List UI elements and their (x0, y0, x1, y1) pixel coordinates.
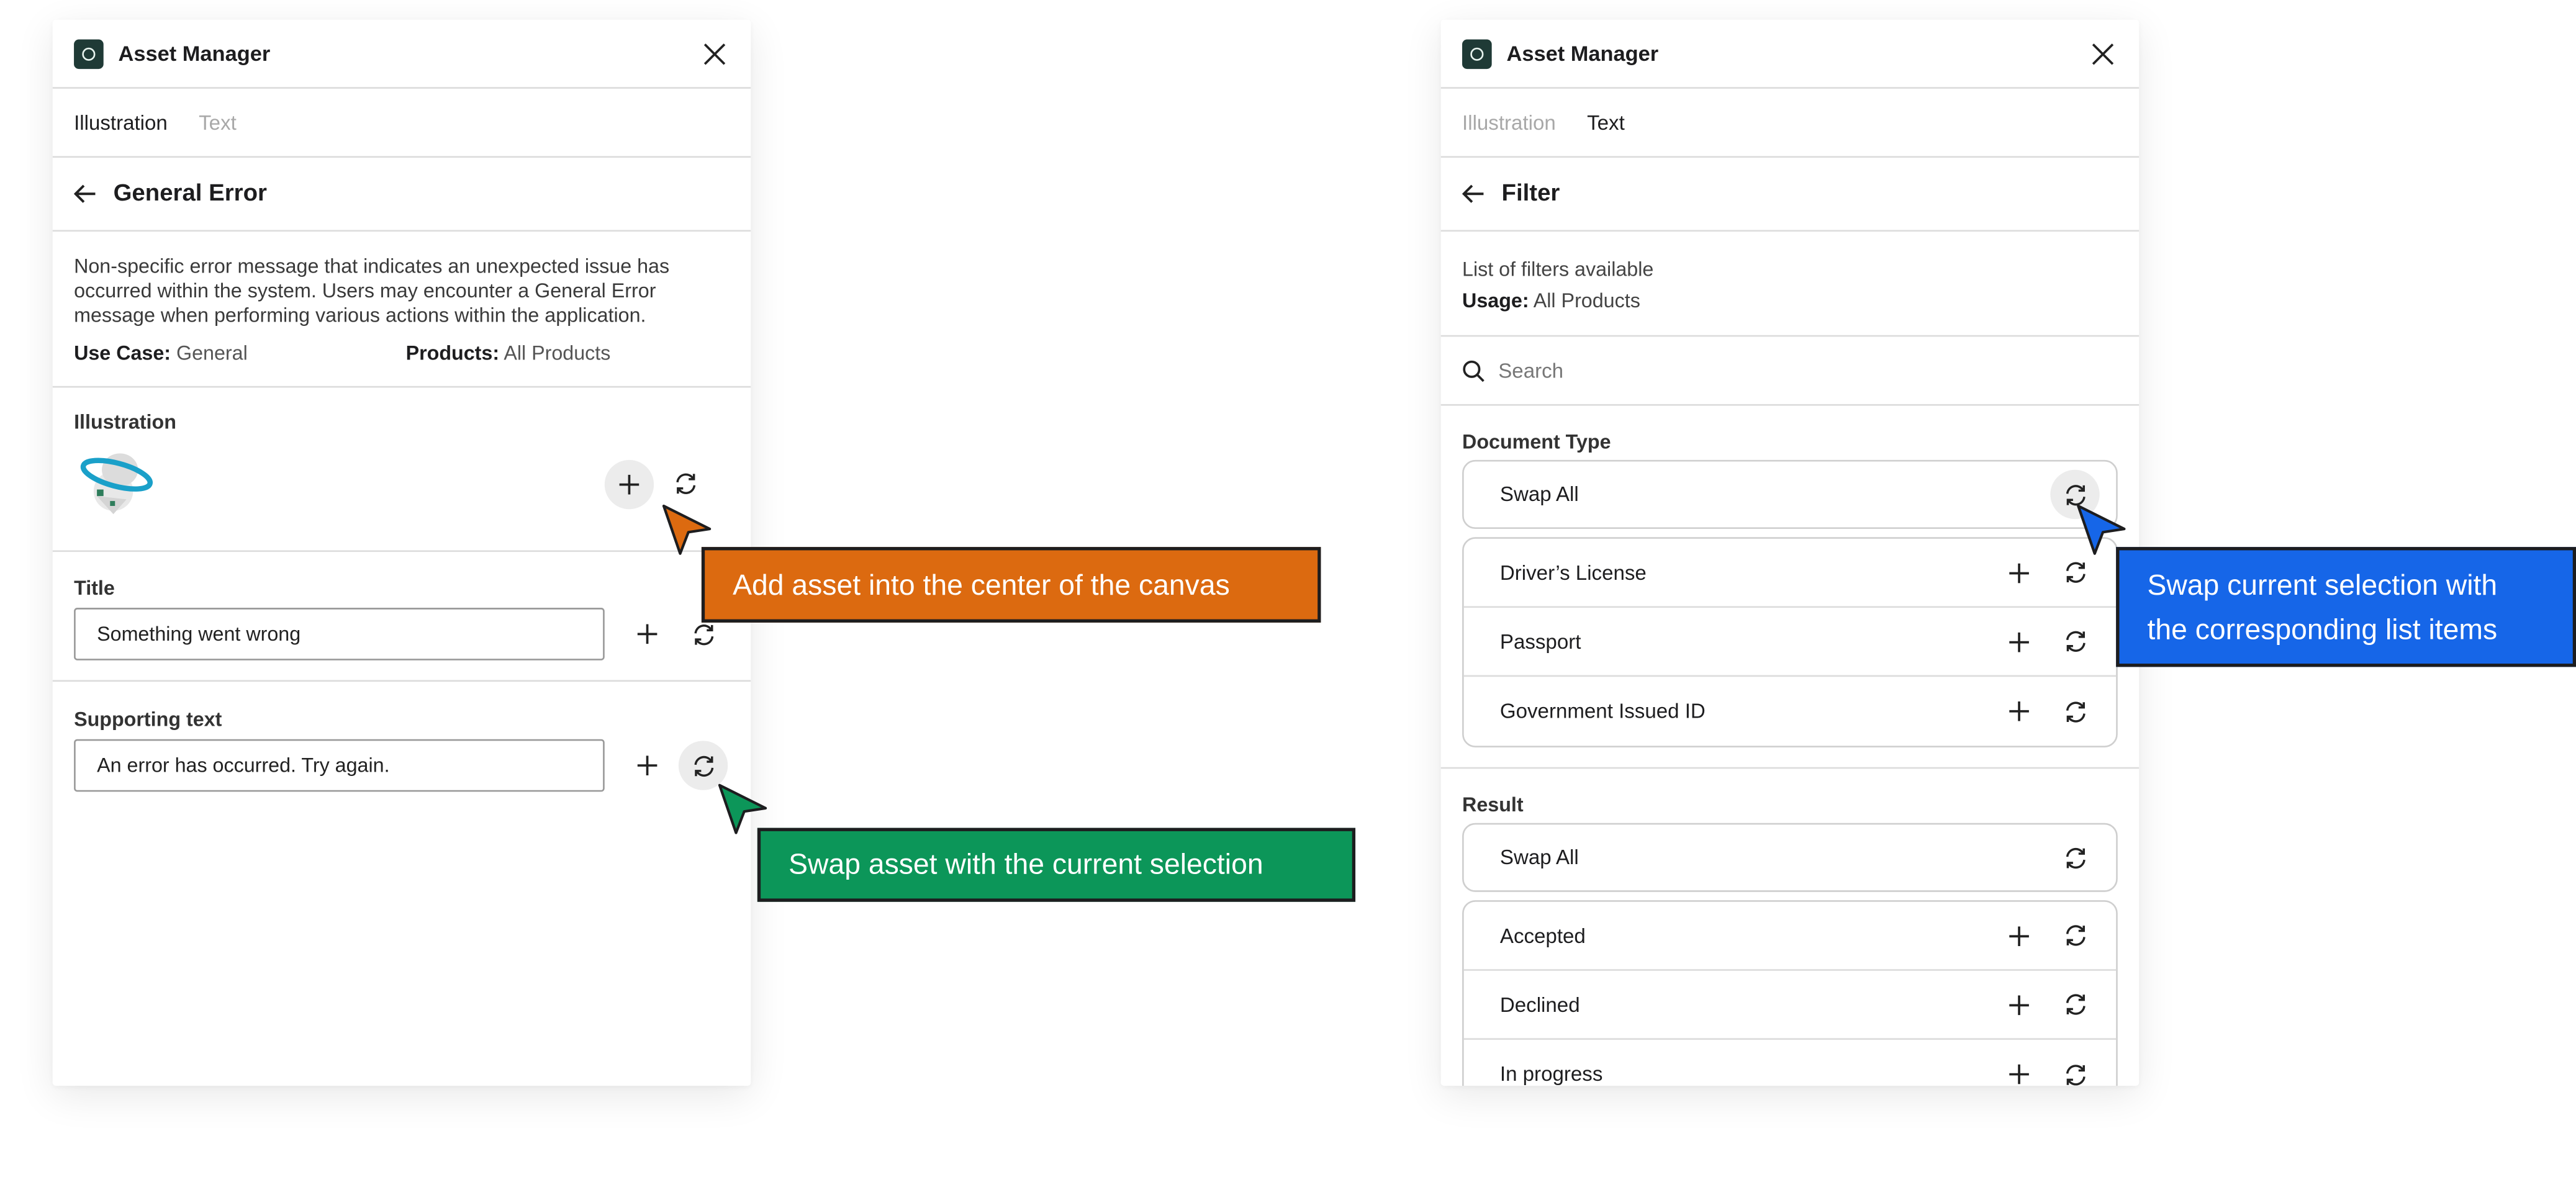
list-item-label: Passport (1499, 629, 1581, 653)
usage-label: Usage: (1462, 289, 1529, 312)
swap-all-row: Swap All (1462, 459, 2118, 530)
group-label: Document Type (1462, 430, 1611, 454)
back-arrow-icon[interactable] (1462, 181, 1488, 207)
breadcrumb: Filter (1440, 158, 2140, 232)
page-title: General Error (113, 181, 267, 207)
panel-header: Asset Manager (1440, 20, 2140, 89)
stage: Asset Manager Illustration Text General … (0, 0, 2576, 1177)
asset-description: Non-specific error message that indicate… (52, 232, 751, 388)
add-illustration-button[interactable] (604, 459, 654, 508)
list-item-label: Driver’s License (1499, 561, 1647, 584)
asset-manager-panel-illustration: Asset Manager Illustration Text General … (52, 19, 751, 1086)
tab-text[interactable]: Text (199, 111, 237, 134)
close-icon[interactable] (700, 38, 730, 68)
panel-header: Asset Manager (52, 20, 751, 89)
asset-manager-panel-text: Asset Manager Illustration Text Filter L… (1440, 19, 2140, 1086)
tab-text[interactable]: Text (1587, 111, 1625, 134)
close-icon[interactable] (2088, 38, 2118, 68)
title-section: Title Something went wrong (52, 552, 751, 682)
callout-add-asset: Add asset into the center of the canvas (701, 547, 1321, 623)
back-arrow-icon[interactable] (74, 181, 100, 207)
swap-item-button[interactable] (2050, 687, 2099, 736)
list-item: Driver’s License (1463, 539, 2117, 608)
callout-line-1: Swap current selection with (2147, 567, 2498, 601)
description-text: Non-specific error message that indicate… (74, 255, 670, 327)
list-item: Declined (1463, 971, 2117, 1040)
description-text: List of filters available (1462, 258, 1654, 281)
cursor-pointer-blue (2077, 504, 2126, 555)
ufo-illustration (74, 442, 605, 526)
tab-bar: Illustration Text (1440, 89, 2140, 158)
list-item-label: In progress (1499, 1063, 1603, 1086)
add-supporting-button[interactable] (623, 741, 672, 790)
tab-illustration[interactable]: Illustration (1462, 111, 1556, 134)
group-label: Result (1462, 793, 1524, 817)
add-item-button[interactable] (1994, 1050, 2043, 1086)
list-item: Government Issued ID (1464, 677, 2117, 746)
title-field[interactable]: Something went wrong (74, 608, 605, 661)
swap-item-button[interactable] (2050, 617, 2099, 666)
logo-icon (74, 38, 104, 68)
add-item-button[interactable] (1994, 548, 2043, 597)
products-value: All Products (504, 341, 611, 365)
add-item-button[interactable] (1994, 911, 2043, 960)
asset-meta: Use Case: General Products: All Products (74, 341, 730, 366)
add-item-button[interactable] (1994, 980, 2043, 1029)
list-item-label: Accepted (1499, 924, 1586, 947)
add-title-button[interactable] (623, 610, 672, 659)
add-item-button[interactable] (1994, 687, 2043, 736)
list-item: Passport (1463, 608, 2117, 677)
filter-description: List of filters available Usage: All Pro… (1440, 232, 2140, 337)
illustration-label: Illustration (74, 410, 176, 434)
add-item-button[interactable] (1994, 617, 2043, 666)
swap-item-button[interactable] (2050, 1050, 2099, 1086)
products-label: Products: (405, 341, 500, 365)
app-title: Asset Manager (1506, 41, 1659, 66)
illustration-section: Illustration (52, 387, 751, 552)
logo-icon (1462, 38, 1492, 68)
list-item: In progress (1464, 1040, 2117, 1086)
list-item-label: Government Issued ID (1499, 700, 1706, 723)
callout-swap-asset: Swap asset with the current selection (757, 828, 1356, 902)
result-list: Accepted Declined In progress (1462, 900, 2118, 1086)
supporting-section: Supporting text An error has occurred. T… (53, 682, 751, 792)
callout-line-2: the corresponding list items (2147, 611, 2498, 645)
search-placeholder: Search (1498, 359, 1564, 382)
search-input[interactable]: Search (1440, 336, 2140, 406)
tab-illustration[interactable]: Illustration (74, 111, 168, 134)
usage-value: All Products (1533, 289, 1640, 312)
callout-swap-list: Swap current selection with the correspo… (2116, 547, 2576, 667)
title-label: Title (74, 576, 115, 600)
swap-item-button[interactable] (2050, 911, 2099, 960)
cursor-pointer-green (718, 783, 767, 834)
page-title: Filter (1501, 181, 1560, 207)
swap-item-button[interactable] (2050, 980, 2099, 1029)
search-icon (1462, 359, 1485, 382)
cursor-pointer-orange (662, 504, 712, 555)
supporting-text-field[interactable]: An error has occurred. Try again. (74, 739, 605, 792)
group-result: Result Swap All Accepted Declined In pro… (1441, 769, 2140, 1086)
swap-all-button[interactable] (2050, 833, 2099, 882)
app-title: Asset Manager (118, 41, 271, 66)
group-document-type: Document Type Swap All Driver’s License … (1440, 406, 2140, 769)
tab-bar: Illustration Text (52, 89, 751, 158)
document-type-list: Driver’s License Passport Government Iss… (1462, 537, 2118, 747)
list-item: Accepted (1463, 902, 2117, 971)
use-case-label: Use Case: (74, 341, 171, 365)
use-case-value: General (176, 341, 248, 365)
swap-all-label: Swap All (1499, 482, 1579, 506)
breadcrumb: General Error (52, 158, 751, 232)
swap-all-label: Swap All (1499, 846, 1579, 869)
supporting-label: Supporting text (74, 708, 222, 731)
swap-all-row: Swap All (1462, 823, 2118, 892)
list-item-label: Declined (1499, 993, 1580, 1016)
